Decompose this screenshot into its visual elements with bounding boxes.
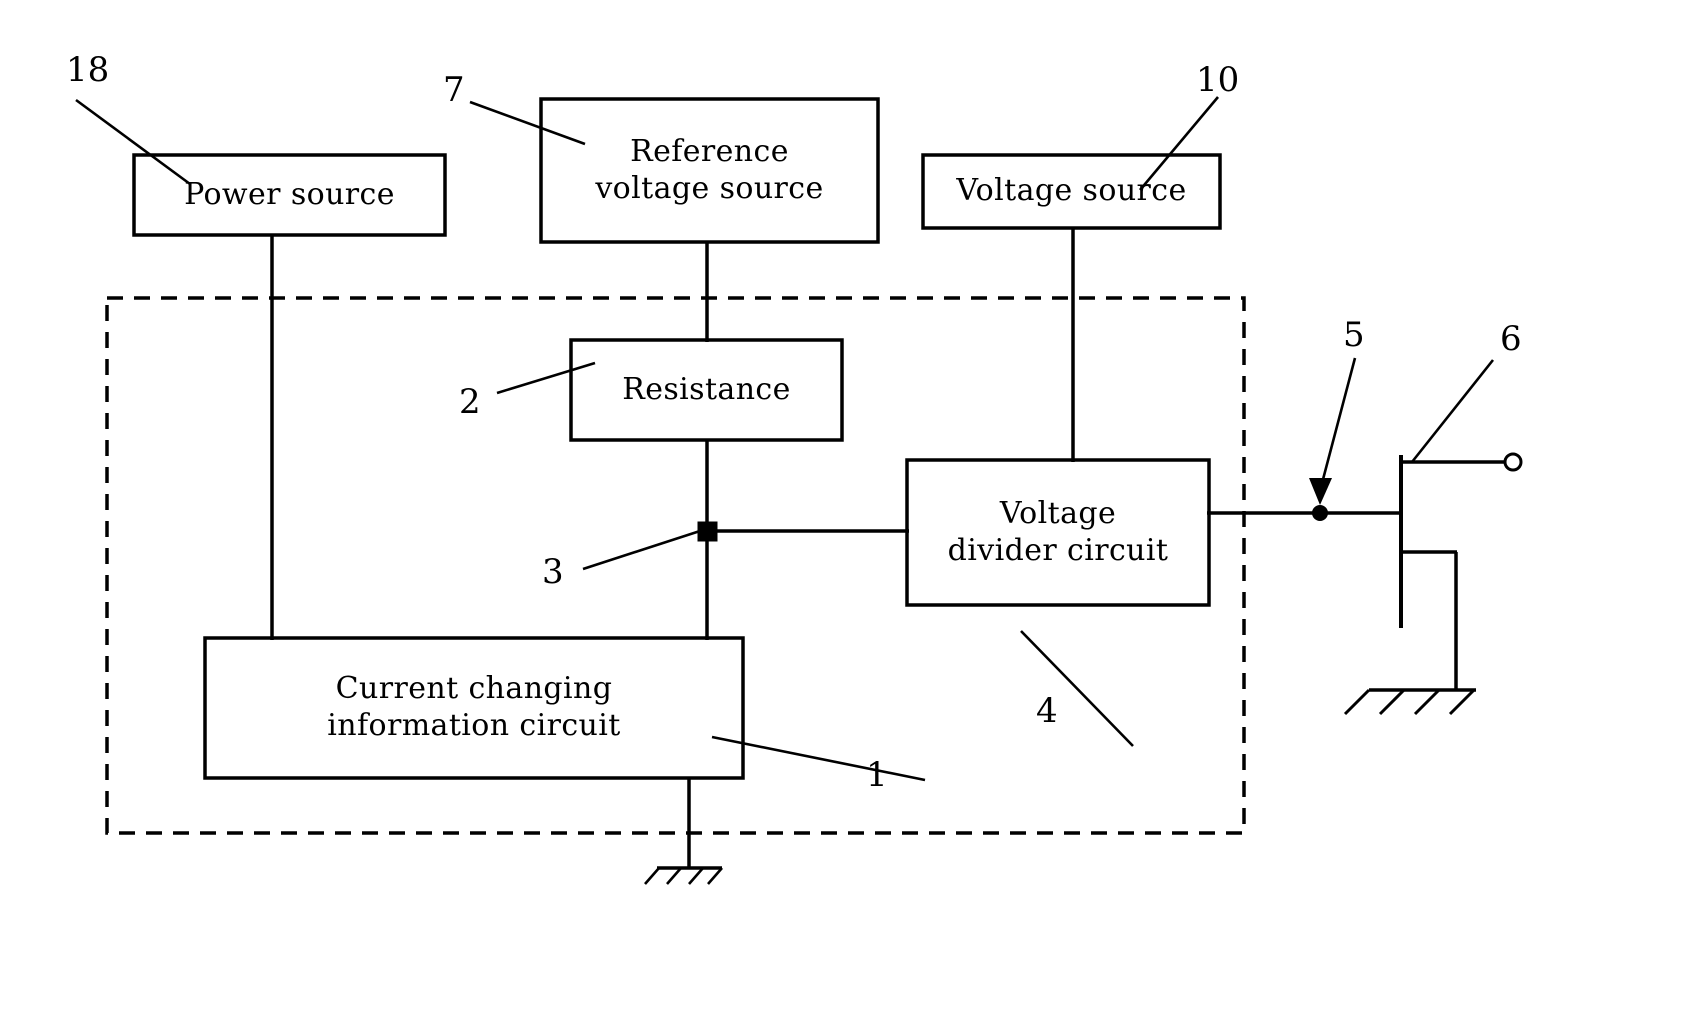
- leader-line-6: [1410, 359, 1495, 463]
- block-voltage-source: [921, 153, 1222, 230]
- ground-circuit-hatch-4: [707, 867, 723, 885]
- reference-number-6: 6: [1500, 319, 1522, 359]
- reference-number-18: 18: [66, 50, 110, 90]
- reference-number-3: 3: [542, 552, 564, 592]
- ground-circuit-hatch-2: [666, 867, 682, 885]
- ground-transistor-hatch-4: [1448, 688, 1476, 716]
- figure-canvas: Power source Reference voltage source Vo…: [0, 0, 1703, 1021]
- reference-number-5: 5: [1343, 315, 1365, 355]
- ground-circuit-hatch-3: [688, 867, 704, 885]
- reference-number-10: 10: [1196, 60, 1240, 100]
- circuit-diagram-svg: [75, 96, 1523, 885]
- block-voltage-divider-circuit: [905, 458, 1211, 607]
- reference-number-1: 1: [866, 755, 888, 795]
- ground-circuit-hatch-1: [644, 867, 660, 885]
- reference-number-4: 4: [1036, 691, 1058, 731]
- block-resistance: [569, 338, 844, 442]
- leader-line-5: [1319, 357, 1357, 488]
- junction-node-3: [697, 521, 718, 542]
- reference-number-2: 2: [459, 382, 481, 422]
- leader-line-3: [582, 529, 701, 571]
- output-terminal-6: [1503, 452, 1523, 472]
- block-current-changing-information-circuit: [203, 636, 745, 780]
- block-power-source: [132, 153, 447, 237]
- block-reference-voltage-source: [539, 97, 880, 244]
- ground-transistor-hatch-3: [1413, 688, 1441, 716]
- gate-node-5: [1312, 505, 1328, 521]
- leader-arrowhead-5: [1309, 478, 1332, 505]
- ground-transistor-hatch-2: [1378, 688, 1406, 716]
- ground-transistor-hatch-1: [1343, 688, 1371, 716]
- reference-number-7: 7: [443, 70, 465, 110]
